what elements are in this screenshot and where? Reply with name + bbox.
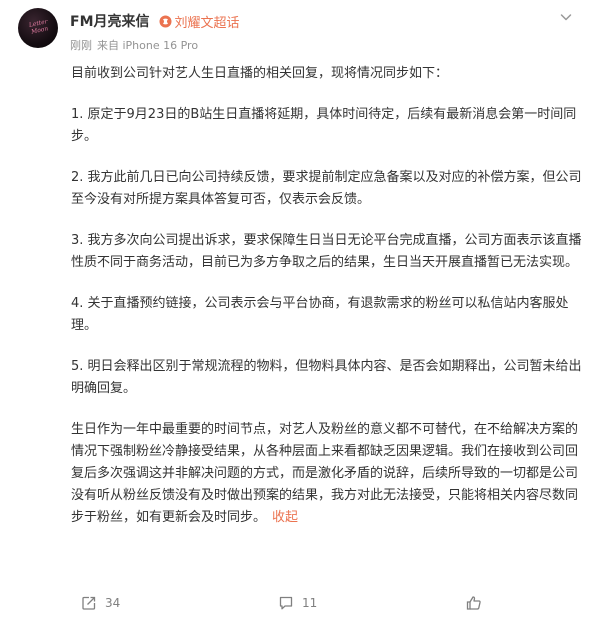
post-meta: 刚刚 来自 iPhone 16 Pro bbox=[70, 37, 198, 53]
like-icon bbox=[466, 596, 481, 610]
repost-button[interactable]: 34 bbox=[81, 595, 120, 611]
like-button[interactable] bbox=[466, 595, 490, 611]
comment-count: 11 bbox=[302, 596, 318, 610]
post-header: Letter Moon FM月亮来信 刘耀文超话 刚刚 来自 iPhone 16 … bbox=[18, 8, 581, 56]
super-topic-icon bbox=[159, 15, 171, 27]
post-time: 刚刚 bbox=[70, 39, 92, 52]
repost-icon bbox=[82, 596, 96, 610]
collapse-link[interactable]: 收起 bbox=[272, 510, 298, 525]
comment-button[interactable]: 11 bbox=[278, 595, 317, 611]
username[interactable]: FM月亮来信 bbox=[70, 11, 150, 31]
post-paragraph-intro: 目前收到公司针对艺人生日直播的相关回复，现将情况同步如下： bbox=[71, 66, 449, 81]
repost-count: 34 bbox=[105, 596, 121, 610]
post-content: 目前收到公司针对艺人生日直播的相关回复，现将情况同步如下： 1. 原定于9月23… bbox=[71, 63, 583, 529]
post-paragraph-4: 4. 关于直播预约链接，公司表示会与平台协商，有退款需求的粉丝可以私信站内客服处… bbox=[71, 296, 569, 333]
post-paragraph-2: 2. 我方此前几日已向公司持续反馈，要求提前制定应急备案以及对应的补偿方案，但公… bbox=[71, 170, 582, 207]
topic-link[interactable]: 刘耀文超话 bbox=[175, 12, 240, 31]
post-paragraph-closing: 生日作为一年中最重要的时间节点，对艺人及粉丝的意义都不可替代，在不给解决方案的情… bbox=[71, 419, 583, 529]
post-paragraph-3: 3. 我方多次向公司提出诉求，要求保障生日当日无论平台完成直播，公司方面表示该直… bbox=[71, 233, 582, 270]
chevron-down-icon[interactable] bbox=[559, 10, 573, 24]
name-row: FM月亮来信 刘耀文超话 bbox=[70, 11, 240, 31]
post-paragraph-1: 1. 原定于9月23日的B站生日直播将延期，具体时间待定，后续有最新消息会第一时… bbox=[71, 107, 577, 144]
comment-icon bbox=[279, 596, 293, 610]
post-paragraph-5: 5. 明日会释出区别于常规流程的物料，但物料具体内容、是否会如期释出，公司暂未给… bbox=[71, 359, 582, 396]
avatar-logo-text: Letter Moon bbox=[28, 18, 49, 36]
avatar[interactable]: Letter Moon bbox=[18, 8, 58, 48]
post-source: 来自 iPhone 16 Pro bbox=[97, 39, 199, 52]
closing-text: 生日作为一年中最重要的时间节点，对艺人及粉丝的意义都不可替代，在不给解决方案的情… bbox=[71, 422, 579, 525]
action-toolbar: 34 11 bbox=[0, 590, 593, 618]
